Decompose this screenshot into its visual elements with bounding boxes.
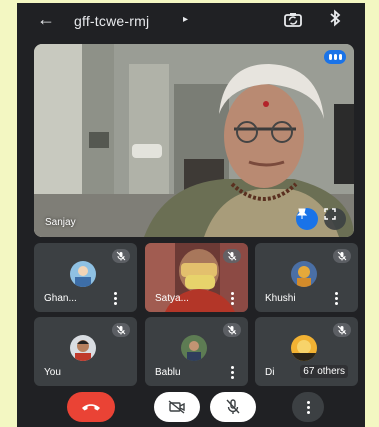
- main-participant-name: Sanjay: [45, 217, 76, 228]
- switch-camera-icon[interactable]: [283, 10, 303, 30]
- mic-off-icon: [223, 249, 241, 263]
- participant-tile[interactable]: Ghan...: [34, 243, 137, 312]
- participant-tile[interactable]: Di 67 others: [255, 317, 358, 386]
- pin-button[interactable]: [296, 208, 318, 230]
- meet-call-screen: ← gff-tcwe-rmj ▸ Sanjay Ghan... Satya...…: [17, 3, 365, 427]
- fullscreen-icon: [324, 208, 336, 220]
- mic-off-icon: [112, 249, 130, 263]
- participant-tile[interactable]: Khushi: [255, 243, 358, 312]
- mic-off-icon: [223, 323, 241, 337]
- pin-icon: [296, 208, 308, 219]
- speaking-indicator: [324, 50, 346, 64]
- participant-tile[interactable]: Bablu: [145, 317, 248, 386]
- main-video-tile[interactable]: Sanjay: [34, 44, 354, 237]
- meeting-code[interactable]: gff-tcwe-rmj: [74, 13, 149, 29]
- mic-toggle-button[interactable]: [210, 392, 256, 422]
- avatar: [70, 335, 96, 361]
- more-options-button[interactable]: [292, 392, 324, 422]
- camera-toggle-button[interactable]: [154, 392, 200, 422]
- participant-name: Khushi: [265, 293, 296, 304]
- avatar: [291, 335, 317, 361]
- end-call-button[interactable]: [67, 392, 115, 422]
- more-vert-icon[interactable]: [230, 365, 234, 379]
- mic-off-icon: [226, 399, 240, 414]
- participant-name: Satya...: [155, 293, 189, 304]
- participant-name: Di: [265, 367, 275, 378]
- bluetooth-icon[interactable]: [328, 9, 342, 27]
- more-vert-icon[interactable]: [334, 291, 338, 305]
- avatar: [181, 335, 207, 361]
- arrow-left-icon[interactable]: ←: [37, 9, 55, 30]
- videocam-off-icon: [168, 400, 185, 414]
- more-vert-icon: [306, 400, 310, 414]
- more-vert-icon[interactable]: [230, 291, 234, 305]
- mic-off-icon: [333, 249, 351, 263]
- caret-right-icon[interactable]: ▸: [183, 14, 188, 25]
- top-bar: ← gff-tcwe-rmj ▸: [17, 3, 365, 39]
- avatar: [291, 261, 317, 287]
- others-count[interactable]: 67 others: [300, 365, 348, 378]
- call-end-icon: [82, 404, 100, 411]
- participant-name: Bablu: [155, 367, 181, 378]
- mic-off-icon: [333, 323, 351, 337]
- call-controls: [17, 392, 365, 427]
- mic-off-icon: [112, 323, 130, 337]
- fullscreen-button[interactable]: [324, 208, 346, 230]
- more-vert-icon[interactable]: [113, 291, 117, 305]
- participant-name: You: [44, 367, 61, 378]
- avatar: [70, 261, 96, 287]
- participant-tile[interactable]: Satya...: [145, 243, 248, 312]
- participant-name: Ghan...: [44, 293, 77, 304]
- participant-tile[interactable]: You: [34, 317, 137, 386]
